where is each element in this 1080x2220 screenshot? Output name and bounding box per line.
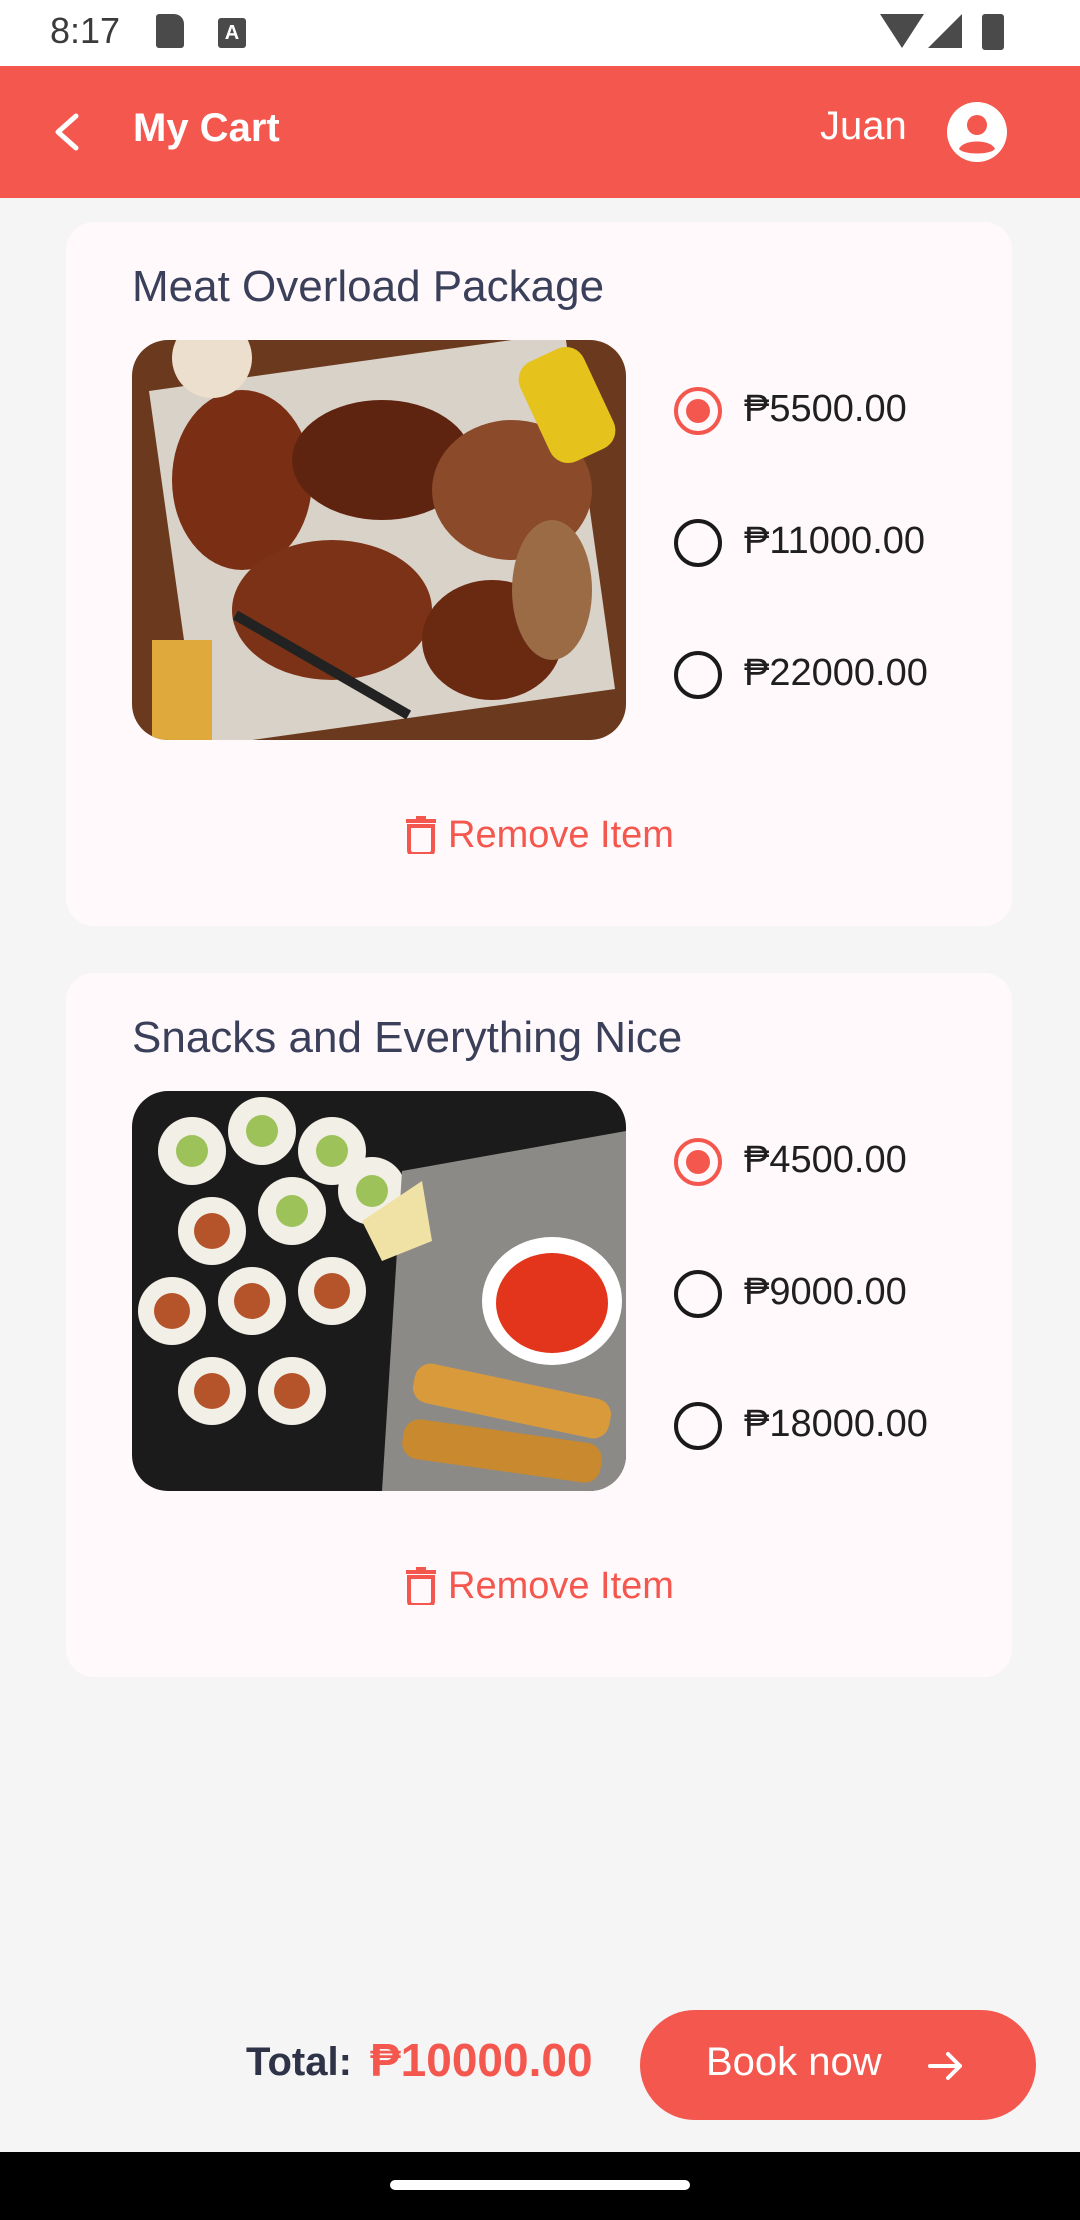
system-nav-bar — [0, 2152, 1080, 2220]
remove-item-button[interactable]: Remove Item — [406, 1563, 706, 1613]
radio-button[interactable] — [674, 1270, 722, 1318]
item-title: Snacks and Everything Nice — [132, 1013, 683, 1062]
radio-button[interactable] — [674, 519, 722, 567]
price-label: ₱4500.00 — [744, 1139, 907, 1181]
total-label: Total: — [246, 2040, 352, 2084]
book-now-button[interactable]: Book now — [640, 2010, 1036, 2120]
wifi-icon — [880, 14, 924, 48]
book-now-label: Book now — [706, 2040, 882, 2084]
remove-item-label: Remove Item — [448, 1565, 674, 1607]
status-bar: 8:17 A — [0, 0, 1080, 66]
radio-button-selected[interactable] — [674, 1138, 722, 1186]
price-label: ₱5500.00 — [744, 388, 907, 430]
radio-button[interactable] — [674, 651, 722, 699]
price-option[interactable]: ₱9000.00 — [674, 1267, 994, 1327]
user-name[interactable]: Juan — [820, 104, 907, 149]
status-time: 8:17 — [50, 10, 121, 51]
user-circle-icon[interactable] — [946, 101, 1008, 163]
remove-item-button[interactable]: Remove Item — [406, 812, 706, 862]
radio-button-selected[interactable] — [674, 387, 722, 435]
cart-item-card: Meat Overload Package ₱5500.00 ₱11000.00… — [66, 222, 1012, 926]
item-image — [132, 340, 626, 740]
item-image — [132, 1091, 626, 1491]
price-label: ₱9000.00 — [744, 1271, 907, 1313]
price-option[interactable]: ₱18000.00 — [674, 1399, 994, 1459]
home-indicator[interactable] — [390, 2180, 690, 2190]
cell-signal-icon — [928, 14, 962, 48]
remove-item-label: Remove Item — [448, 814, 674, 856]
price-label: ₱18000.00 — [744, 1403, 928, 1445]
app-bar: My Cart Juan — [0, 66, 1080, 198]
chevron-left-icon[interactable] — [48, 110, 88, 154]
price-label: ₱22000.00 — [744, 652, 928, 694]
price-option[interactable]: ₱11000.00 — [674, 516, 994, 576]
price-option[interactable]: ₱22000.00 — [674, 648, 994, 708]
sd-card-icon — [156, 14, 184, 48]
item-title: Meat Overload Package — [132, 262, 605, 311]
radio-button[interactable] — [674, 1402, 722, 1450]
a-badge-icon: A — [218, 18, 246, 48]
price-option[interactable]: ₱4500.00 — [674, 1135, 994, 1195]
trash-icon — [406, 816, 436, 854]
trash-icon — [406, 1567, 436, 1605]
total-value: ₱10000.00 — [370, 2034, 593, 2086]
page-title: My Cart — [133, 106, 280, 150]
arrow-right-icon — [928, 2052, 962, 2080]
cart-item-card: Snacks and Everything Nice ₱4500.00 ₱900… — [66, 973, 1012, 1677]
price-option[interactable]: ₱5500.00 — [674, 384, 994, 444]
price-label: ₱11000.00 — [744, 520, 926, 562]
battery-icon — [982, 14, 1004, 50]
